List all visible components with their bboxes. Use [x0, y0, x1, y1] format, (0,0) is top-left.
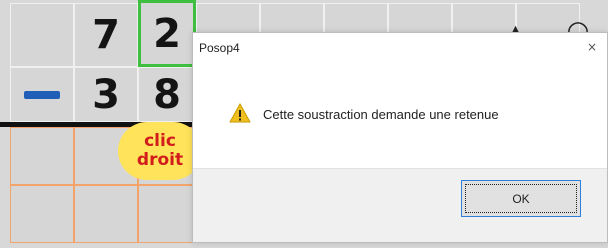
grid-cell[interactable]	[74, 185, 138, 243]
digit-cell[interactable]: 8	[138, 67, 196, 122]
dialog-footer: OK	[193, 168, 607, 242]
subtrahend-tens-digit: 3	[92, 71, 120, 118]
dialog-title: Posop4	[199, 41, 240, 55]
right-click-hint: clic droit	[118, 122, 202, 180]
subtrahend-units-digit: 8	[153, 71, 181, 118]
dialog-body: Cette soustraction demande une retenue	[193, 69, 607, 169]
grid-cell[interactable]	[10, 3, 74, 67]
result-cell[interactable]	[10, 127, 74, 185]
warning-icon	[229, 103, 251, 123]
operator-cell[interactable]	[10, 67, 74, 122]
hint-line-2: droit	[136, 150, 184, 170]
minuend-tens-digit: 7	[92, 12, 120, 58]
ok-button[interactable]: OK	[461, 180, 581, 217]
grid-cell[interactable]	[138, 185, 196, 243]
selected-digit-cell[interactable]: 2	[138, 0, 196, 67]
hint-line-1: clic	[144, 131, 176, 151]
digit-cell[interactable]: 7	[74, 3, 138, 67]
minuend-units-digit: 2	[153, 10, 181, 57]
focus-ring	[465, 184, 577, 213]
close-icon[interactable]: ×	[587, 40, 597, 54]
minus-sign	[24, 90, 60, 99]
grid-cell[interactable]	[10, 185, 74, 243]
dialog-message: Cette soustraction demande une retenue	[263, 107, 499, 122]
alert-dialog: Posop4 × Cette soustraction demande une …	[192, 32, 608, 243]
dialog-title-bar[interactable]: Posop4 ×	[193, 33, 607, 69]
digit-cell[interactable]: 3	[74, 67, 138, 122]
